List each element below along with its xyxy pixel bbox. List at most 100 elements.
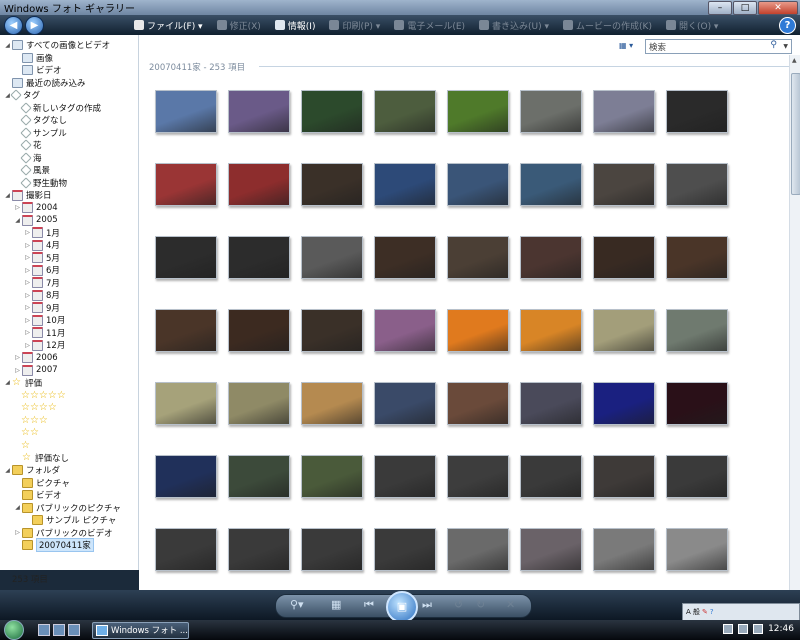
tree-item[interactable]: ▷ 5月	[0, 252, 138, 265]
scrollbar-thumb[interactable]	[791, 73, 800, 195]
photo-thumbnail[interactable]	[593, 236, 655, 279]
photo-thumbnail[interactable]	[666, 382, 728, 425]
photo-thumbnail[interactable]	[228, 309, 290, 352]
photo-thumbnail[interactable]	[228, 163, 290, 206]
photo-thumbnail[interactable]	[155, 528, 217, 571]
zoom-icon[interactable]: ⚲▾	[290, 599, 304, 611]
tree-item[interactable]: ◢ 2005	[0, 214, 138, 227]
forward-button[interactable]: ▶	[25, 15, 44, 35]
tree-item[interactable]: ▷ 7月	[0, 277, 138, 290]
photo-thumbnail[interactable]	[520, 236, 582, 279]
menu-item-burn[interactable]: 書き込み(U) ▾	[479, 19, 549, 32]
tree-item[interactable]: ☆	[0, 439, 138, 452]
photo-thumbnail[interactable]	[447, 309, 509, 352]
tree-item[interactable]: ビデオ	[0, 489, 138, 502]
photo-thumbnail[interactable]	[593, 90, 655, 133]
close-icon[interactable]: ✕	[758, 1, 798, 15]
expand-toggle-icon[interactable]: ▷	[24, 229, 31, 236]
photo-thumbnail[interactable]	[155, 236, 217, 279]
tree-item[interactable]: ◢ ☆ 評価	[0, 377, 138, 390]
photo-thumbnail[interactable]	[228, 90, 290, 133]
switch-windows-icon[interactable]	[53, 624, 65, 636]
photo-thumbnail[interactable]	[520, 309, 582, 352]
tree-item[interactable]: 風景	[0, 164, 138, 177]
menu-item-print[interactable]: 印刷(P) ▾	[329, 19, 380, 32]
previous-icon[interactable]: ⏮	[364, 599, 374, 611]
shield-icon[interactable]	[723, 624, 734, 634]
photo-thumbnail[interactable]	[155, 309, 217, 352]
tree-item[interactable]: 新しいタグの作成	[0, 102, 138, 115]
tree-item[interactable]: ▷ 11月	[0, 327, 138, 340]
search-input[interactable]: 検索	[649, 41, 666, 53]
tree-item[interactable]: ☆☆	[0, 427, 138, 440]
view-mode-button[interactable]: ▦ ▾	[619, 41, 633, 50]
help-icon[interactable]: ?	[779, 17, 796, 34]
expand-toggle-icon[interactable]: ◢	[4, 192, 11, 199]
photo-thumbnail[interactable]	[447, 528, 509, 571]
photo-thumbnail[interactable]	[374, 382, 436, 425]
menu-item-open[interactable]: 開く(O) ▾	[665, 19, 718, 32]
tree-item[interactable]: ▷ 8月	[0, 289, 138, 302]
menu-item-fix[interactable]: 修正(X)	[216, 19, 261, 32]
photo-thumbnail[interactable]	[520, 90, 582, 133]
photo-thumbnail[interactable]	[593, 528, 655, 571]
volume-icon[interactable]	[753, 624, 764, 634]
language-bar[interactable]: A 般 ✎ ?	[682, 603, 800, 621]
photo-thumbnail[interactable]	[155, 90, 217, 133]
photo-thumbnail[interactable]	[301, 528, 363, 571]
next-icon[interactable]: ⏭	[422, 599, 432, 611]
photo-thumbnail[interactable]	[593, 382, 655, 425]
tree-item[interactable]: ▷ 2004	[0, 202, 138, 215]
photo-thumbnail[interactable]	[666, 163, 728, 206]
browser-icon[interactable]	[68, 624, 80, 636]
tree-item[interactable]: ▷ 2006	[0, 352, 138, 365]
tree-item[interactable]: 花	[0, 139, 138, 152]
scroll-up-icon[interactable]: ▲	[792, 57, 797, 64]
tree-item[interactable]: 20070411家	[0, 538, 138, 553]
tree-item[interactable]: 最近の読み込み	[0, 77, 138, 90]
photo-thumbnail[interactable]	[155, 382, 217, 425]
photo-thumbnail[interactable]	[447, 236, 509, 279]
photo-thumbnail[interactable]	[447, 90, 509, 133]
ime-icon[interactable]: ✎	[702, 608, 708, 616]
minimize-icon[interactable]: –	[708, 1, 732, 15]
vertical-scrollbar[interactable]: ▲	[789, 55, 800, 590]
photo-thumbnail[interactable]	[374, 528, 436, 571]
expand-toggle-icon[interactable]: ▷	[14, 354, 21, 361]
photo-thumbnail[interactable]	[593, 309, 655, 352]
search-icon[interactable]: ⚲	[770, 40, 777, 50]
expand-toggle-icon[interactable]: ▷	[24, 267, 31, 274]
photo-thumbnail[interactable]	[374, 163, 436, 206]
tree-item[interactable]: ビデオ	[0, 64, 138, 77]
expand-toggle-icon[interactable]: ▷	[24, 317, 31, 324]
delete-icon[interactable]: ✕	[506, 599, 515, 611]
menu-item-file[interactable]: ファイル(F) ▾	[134, 19, 203, 32]
taskbar-item-photo-gallery[interactable]: Windows フォト ...	[92, 621, 189, 639]
slideshow-button[interactable]: ▣	[386, 591, 418, 623]
photo-thumbnail[interactable]	[666, 236, 728, 279]
expand-toggle-icon[interactable]: ▷	[24, 304, 31, 311]
tree-item[interactable]: ◢ フォルダ	[0, 464, 138, 477]
photo-thumbnail[interactable]	[520, 163, 582, 206]
photo-thumbnail[interactable]	[155, 455, 217, 498]
expand-toggle-icon[interactable]: ▷	[14, 367, 21, 374]
tree-item[interactable]: ▷ 10月	[0, 314, 138, 327]
photo-thumbnail[interactable]	[666, 528, 728, 571]
photo-thumbnail[interactable]	[301, 309, 363, 352]
actual-size-icon[interactable]: ▦	[331, 599, 341, 611]
search-box[interactable]: 検索 ⚲ ▼	[645, 39, 792, 54]
photo-thumbnail[interactable]	[520, 528, 582, 571]
menu-item-make-movie[interactable]: ムービーの作成(K)	[563, 19, 652, 32]
tree-item[interactable]: ピクチャ	[0, 477, 138, 490]
photo-thumbnail[interactable]	[374, 455, 436, 498]
photo-thumbnail[interactable]	[666, 455, 728, 498]
tree-item[interactable]: ☆☆☆☆	[0, 402, 138, 415]
photo-thumbnail[interactable]	[155, 163, 217, 206]
photo-thumbnail[interactable]	[301, 90, 363, 133]
tree-item[interactable]: ▷ 4月	[0, 239, 138, 252]
rotate-left-icon[interactable]: ↺	[454, 599, 463, 611]
photo-thumbnail[interactable]	[447, 455, 509, 498]
rotate-right-icon[interactable]: ↻	[476, 599, 485, 611]
photo-thumbnail[interactable]	[447, 163, 509, 206]
tree-item[interactable]: ☆☆☆☆☆	[0, 389, 138, 402]
